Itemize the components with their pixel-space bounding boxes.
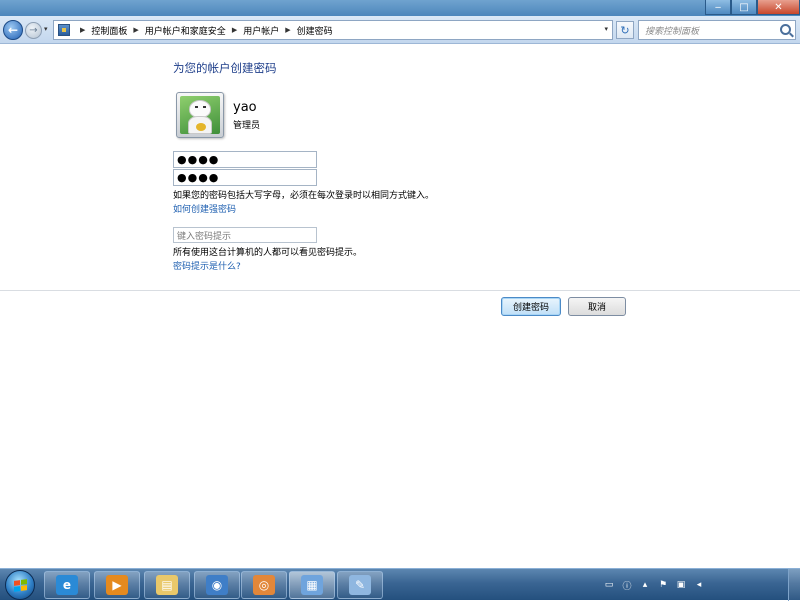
create-password-button[interactable]: 创建密码	[501, 297, 561, 316]
forward-arrow-icon: →	[29, 25, 38, 36]
folder-icon: ▤	[156, 575, 178, 595]
maximize-button[interactable]: □	[731, 0, 757, 15]
user-role: 管理员	[233, 121, 261, 131]
taskbar-paint[interactable]: ✎	[337, 571, 383, 599]
case-sensitivity-note: 如果您的密码包括大写字母，必须在每次登录时以相同方式键入。	[173, 191, 435, 201]
address-bar[interactable]: ▶ 控制面板 ▶ 用户帐户和家庭安全 ▶ 用户帐户 ▶ 创建密码 ▾	[53, 20, 613, 40]
close-button[interactable]: ✕	[757, 0, 800, 15]
taskbar-camera[interactable]: ◎	[241, 571, 287, 599]
ie-icon: e	[56, 575, 78, 595]
breadcrumb-create-password[interactable]: 创建密码	[297, 24, 333, 37]
taskbar-file-explorer[interactable]: ▤	[144, 571, 190, 599]
lucky-cat-icon	[180, 96, 220, 134]
search-icon[interactable]	[780, 24, 791, 35]
back-arrow-icon: ←	[7, 23, 19, 37]
search-placeholder: 搜索控制面板	[645, 26, 700, 37]
taskbar: e ▶ ▤ ◉ ◎ ▦ ✎ ▭ ⓘ ▴ ⚑ ▣ ◂	[0, 568, 800, 601]
breadcrumb-separator[interactable]: ▶	[133, 26, 138, 34]
control-panel-icon	[58, 24, 70, 36]
navigation-bar: ← → ▾ ▶ 控制面板 ▶ 用户帐户和家庭安全 ▶ 用户帐户 ▶ 创建密码 ▾…	[0, 16, 800, 44]
breadcrumb-control-panel[interactable]: 控制面板	[91, 24, 127, 37]
new-password-field[interactable]: ●●●●	[173, 151, 317, 168]
help-icon[interactable]: ⓘ	[621, 579, 633, 592]
taskbar-ie[interactable]: e	[44, 571, 90, 599]
confirm-password-field[interactable]: ●●●●	[173, 169, 317, 186]
paint-icon: ✎	[349, 575, 371, 595]
breadcrumb-user-accounts[interactable]: 用户帐户	[243, 24, 279, 37]
system-tray: ▭ ⓘ ▴ ⚑ ▣ ◂	[603, 573, 705, 597]
keyboard-icon[interactable]: ▭	[603, 579, 615, 591]
page-title: 为您的帐户创建密码	[173, 61, 277, 75]
breadcrumb-user-accounts-family-safety[interactable]: 用户帐户和家庭安全	[145, 24, 226, 37]
minimize-button[interactable]: ‒	[705, 0, 731, 15]
breadcrumb-separator[interactable]: ▶	[232, 26, 237, 34]
show-desktop-button[interactable]	[788, 569, 800, 601]
control-panel-icon: ▦	[301, 575, 323, 595]
search-input[interactable]: 搜索控制面板	[638, 20, 796, 40]
close-icon: ✕	[774, 1, 783, 13]
windows-logo-icon	[13, 578, 27, 592]
avatar	[176, 92, 224, 138]
password-hint-placeholder: 键入密码提示	[177, 231, 232, 242]
back-button[interactable]: ←	[3, 20, 23, 40]
breadcrumb-separator[interactable]: ▶	[285, 26, 290, 34]
strong-password-link[interactable]: 如何创建强密码	[173, 202, 236, 215]
media-player-icon: ▶	[106, 575, 128, 595]
hint-visibility-note: 所有使用这台计算机的人都可以看见密码提示。	[173, 248, 363, 258]
taskbar-control-panel[interactable]: ▦	[289, 571, 335, 599]
display-icon[interactable]: ▣	[675, 579, 687, 591]
camera-icon: ◎	[253, 575, 275, 595]
maximize-icon: □	[739, 1, 749, 13]
password-hint-help-link[interactable]: 密码提示是什么?	[173, 259, 241, 272]
title-bar: ‒ □ ✕	[0, 0, 800, 16]
divider	[0, 290, 800, 291]
address-dropdown-icon[interactable]: ▾	[604, 25, 608, 33]
refresh-button[interactable]: ↻	[616, 21, 634, 39]
breadcrumb-separator[interactable]: ▶	[80, 26, 85, 34]
refresh-icon: ↻	[620, 23, 630, 37]
caption-buttons: ‒ □ ✕	[705, 0, 800, 15]
volume-icon[interactable]: ◂	[693, 579, 705, 591]
recent-pages-dropdown[interactable]: ▾	[44, 25, 48, 33]
taskbar-network[interactable]: ◉	[194, 571, 240, 599]
taskbar-media-player[interactable]: ▶	[94, 571, 140, 599]
start-button[interactable]	[5, 570, 35, 600]
minimize-icon: ‒	[714, 1, 722, 13]
forward-button[interactable]: →	[25, 22, 42, 39]
action-center-flag-icon[interactable]: ⚑	[657, 579, 669, 591]
password-hint-field[interactable]: 键入密码提示	[173, 227, 317, 243]
user-name: yao	[233, 100, 257, 115]
cancel-button[interactable]: 取消	[568, 297, 626, 316]
show-hidden-icons-icon[interactable]: ▴	[639, 579, 651, 591]
network-icon: ◉	[206, 575, 228, 595]
